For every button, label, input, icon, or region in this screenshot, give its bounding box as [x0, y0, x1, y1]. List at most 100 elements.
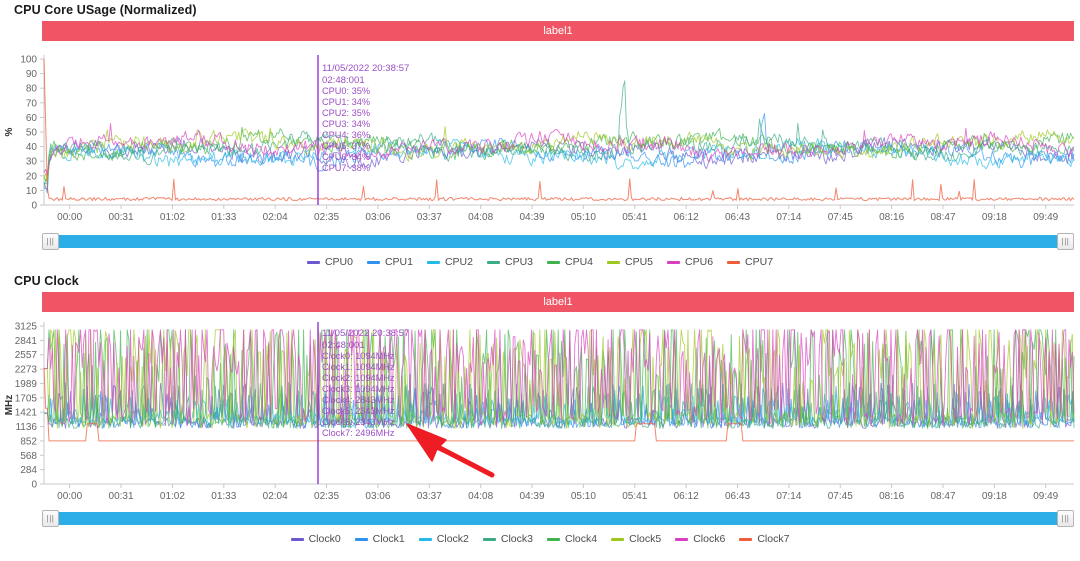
legend-label: CPU5	[625, 256, 654, 268]
legend-label: CPU4	[565, 256, 594, 268]
svg-text:Clock4: 2843MHz: Clock4: 2843MHz	[322, 395, 395, 405]
svg-text:02:48:001: 02:48:001	[322, 340, 365, 351]
cpu-clock-scrollbar[interactable]: ||| |||	[42, 510, 1074, 527]
svg-text:07:45: 07:45	[828, 491, 853, 502]
svg-text:284: 284	[20, 465, 37, 476]
legend-label: Clock3	[500, 533, 533, 545]
legend-item-cpu2[interactable]: CPU2	[426, 256, 473, 268]
svg-text:02:35: 02:35	[314, 491, 339, 502]
svg-text:02:04: 02:04	[263, 491, 288, 502]
svg-text:09:18: 09:18	[982, 491, 1007, 502]
legend-item-clock1[interactable]: Clock1	[354, 533, 405, 545]
chart2-label-bar: label1	[42, 292, 1074, 312]
svg-text:06:43: 06:43	[725, 491, 750, 502]
svg-text:03:06: 03:06	[365, 491, 390, 502]
svg-text:01:02: 01:02	[160, 212, 185, 223]
svg-text:11/05/2022 20:38:57: 11/05/2022 20:38:57	[322, 63, 409, 74]
cpu-clock-legend[interactable]: Clock0 Clock1 Clock2 Clock3 Clock4 Clock5 Cloc…	[0, 530, 1080, 548]
svg-text:30: 30	[26, 157, 38, 168]
legend-item-clock3[interactable]: Clock3	[482, 533, 533, 545]
legend-swatch-icon	[418, 537, 432, 541]
svg-text:1421: 1421	[15, 408, 38, 419]
legend-item-cpu7[interactable]: CPU7	[727, 256, 773, 268]
svg-text:06:12: 06:12	[674, 212, 699, 223]
svg-text:01:33: 01:33	[211, 491, 236, 502]
legend-item-clock0[interactable]: Clock0	[290, 533, 341, 545]
legend-swatch-icon	[739, 537, 753, 541]
svg-text:08:16: 08:16	[879, 491, 904, 502]
svg-text:00:31: 00:31	[109, 491, 134, 502]
legend-swatch-icon	[482, 537, 496, 541]
cpu-usage-svg[interactable]: 1009080706050403020100%00:00 00:31 01:02 01…	[0, 41, 1080, 231]
legend-swatch-icon	[611, 537, 625, 541]
svg-text:07:45: 07:45	[828, 212, 853, 223]
legend-item-clock2[interactable]: Clock2	[418, 533, 469, 545]
legend-swatch-icon	[486, 260, 500, 264]
scrollbar-track[interactable]	[42, 235, 1074, 248]
svg-text:1136: 1136	[15, 422, 37, 433]
scrollbar-left-handle[interactable]: |||	[42, 233, 59, 250]
svg-text:0: 0	[31, 201, 37, 212]
svg-text:60: 60	[26, 113, 38, 124]
svg-text:04:39: 04:39	[520, 212, 545, 223]
legend-item-cpu3[interactable]: CPU3	[486, 256, 533, 268]
svg-text:3125: 3125	[15, 322, 38, 333]
svg-text:852: 852	[20, 436, 37, 447]
svg-text:09:18: 09:18	[982, 212, 1007, 223]
svg-text:02:48:001: 02:48:001	[322, 75, 365, 86]
cpu-clock-plot[interactable]: 3125 2841 2557 2273 1989 1705 1421 1136 852 568 28…	[0, 312, 1080, 508]
svg-text:02:35: 02:35	[314, 212, 339, 223]
legend-swatch-icon	[675, 537, 689, 541]
svg-text:08:47: 08:47	[930, 491, 955, 502]
svg-text:07:14: 07:14	[776, 491, 801, 502]
chart-label-bar: label1	[42, 21, 1074, 41]
scrollbar2-track[interactable]	[42, 512, 1074, 525]
svg-text:70: 70	[26, 98, 38, 109]
legend-item-clock7[interactable]: Clock7	[739, 533, 789, 545]
legend-item-clock4[interactable]: Clock4	[547, 533, 597, 545]
svg-text:Clock7: 2496MHz: Clock7: 2496MHz	[322, 428, 395, 438]
svg-text:568: 568	[20, 451, 37, 462]
svg-text:CPU6: 34%: CPU6: 34%	[322, 152, 370, 162]
svg-text:CPU7: 38%: CPU7: 38%	[322, 163, 370, 173]
scrollbar2-left-handle[interactable]: |||	[42, 510, 59, 527]
cpu-usage-plot[interactable]: 100 90 80 70 60 50 40 30 20 10 0% 00:00 00:31 01:02 01…	[0, 41, 1080, 231]
svg-text:Clock0: 1094MHz: Clock0: 1094MHz	[322, 351, 395, 361]
scrollbar2-right-handle[interactable]: |||	[1057, 510, 1074, 527]
svg-text:03:37: 03:37	[417, 491, 442, 502]
svg-text:06:43: 06:43	[725, 212, 750, 223]
svg-text:Clock3: 1094MHz: Clock3: 1094MHz	[322, 384, 395, 394]
legend-label: CPU2	[444, 256, 473, 268]
legend-item-cpu1[interactable]: CPU1	[366, 256, 413, 268]
svg-text:2841: 2841	[15, 336, 38, 347]
legend-label: Clock0	[308, 533, 341, 545]
svg-text:06:12: 06:12	[674, 491, 699, 502]
legend-swatch-icon	[547, 537, 560, 541]
legend-label: Clock5	[629, 533, 662, 545]
svg-text:01:02: 01:02	[160, 491, 185, 502]
legend-item-cpu4[interactable]: CPU4	[547, 256, 593, 268]
svg-text:CPU5: 37%: CPU5: 37%	[322, 141, 370, 151]
svg-text:00:00: 00:00	[57, 491, 82, 502]
chart2-label-bar-text: label1	[543, 296, 573, 308]
cpu-usage-legend[interactable]: CPU0 CPU1 CPU2 CPU3 CPU4 CPU5 CPU6 CPU7	[0, 253, 1080, 271]
legend-label: CPU7	[745, 256, 774, 268]
svg-text:90: 90	[26, 69, 38, 80]
svg-text:1705: 1705	[15, 393, 38, 404]
scrollbar-right-handle[interactable]: |||	[1057, 233, 1074, 250]
cpu-usage-scrollbar[interactable]: ||| |||	[42, 233, 1074, 250]
legend-item-clock6[interactable]: Clock6	[675, 533, 725, 545]
legend-item-cpu6[interactable]: CPU6	[667, 256, 713, 268]
cpu-clock-svg[interactable]: 3125 2841 2557 2273 1989 1705 1421 1136 852 568 28…	[0, 312, 1080, 508]
svg-text:10: 10	[26, 186, 38, 197]
svg-text:09:49: 09:49	[1033, 491, 1058, 502]
svg-text:CPU3: 34%: CPU3: 34%	[322, 119, 370, 129]
legend-label: CPU6	[685, 256, 714, 268]
svg-text:20: 20	[26, 171, 38, 182]
chart-label-bar-text: label1	[543, 25, 573, 37]
legend-item-cpu5[interactable]: CPU5	[607, 256, 653, 268]
legend-item-clock5[interactable]: Clock5	[611, 533, 661, 545]
legend-label: Clock1	[372, 533, 405, 545]
legend-swatch-icon	[727, 260, 741, 264]
legend-item-cpu0[interactable]: CPU0	[306, 256, 353, 268]
